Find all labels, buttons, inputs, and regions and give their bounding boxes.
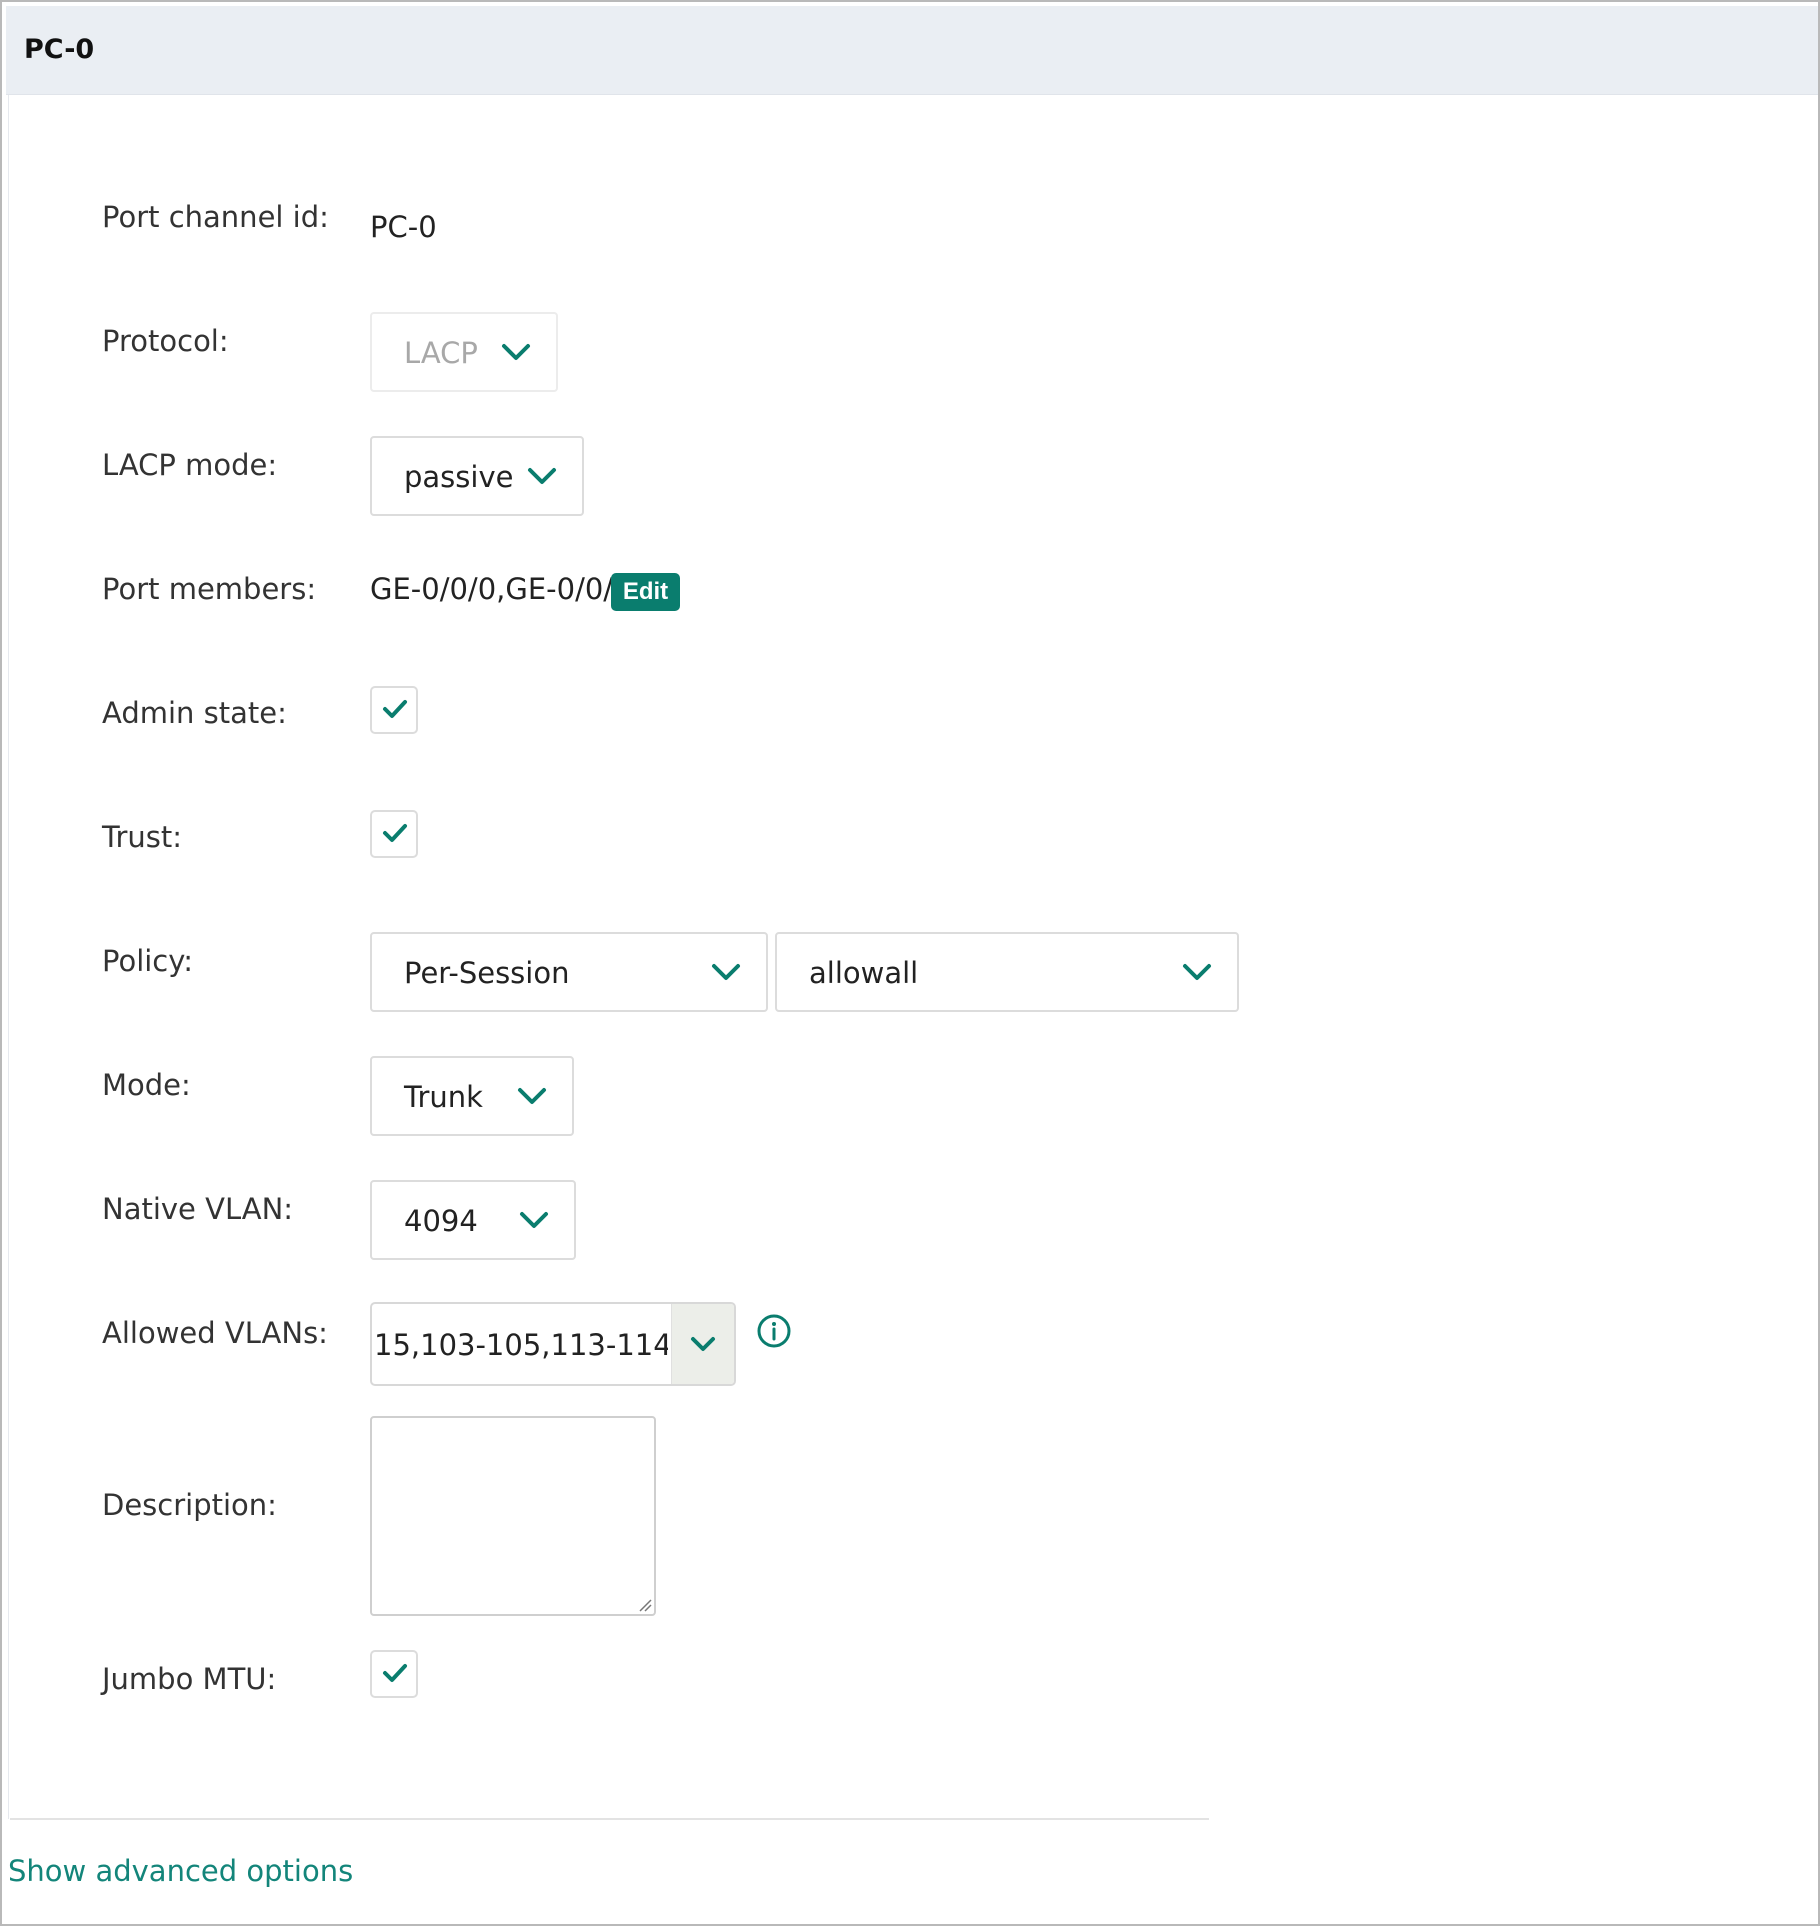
info-icon[interactable] — [756, 1313, 792, 1349]
lacp-mode-select-value: passive — [404, 460, 514, 494]
resize-grip-icon[interactable] — [638, 1598, 652, 1612]
port-channel-id-label: Port channel id: — [102, 200, 329, 234]
page-title: PC-0 — [24, 34, 95, 65]
jumbo-mtu-checkbox[interactable] — [370, 1650, 418, 1698]
policy-label: Policy: — [102, 944, 194, 978]
lacp-mode-select[interactable]: passive — [370, 436, 584, 516]
port-members-value: GE-0/0/0,GE-0/0/1 — [370, 572, 632, 606]
check-icon — [383, 824, 407, 842]
port-channel-id-value: PC-0 — [370, 210, 437, 244]
trust-checkbox[interactable] — [370, 810, 418, 858]
allowed-vlans-value: 15,103-105,113-114,112 — [374, 1328, 668, 1362]
protocol-select-value: LACP — [404, 336, 478, 370]
jumbo-mtu-label: Jumbo MTU: — [102, 1662, 277, 1696]
chevron-down-icon — [520, 1212, 548, 1228]
mode-label: Mode: — [102, 1068, 191, 1102]
native-vlan-label: Native VLAN: — [102, 1192, 294, 1226]
port-channel-dialog: PC-0 Port channel id: PC-0 Protocol: LAC… — [0, 0, 1820, 1926]
native-vlan-select-value: 4094 — [404, 1204, 478, 1238]
footer-divider — [10, 1818, 1209, 1820]
admin-state-label: Admin state: — [102, 696, 287, 730]
show-advanced-options-link[interactable]: Show advanced options — [8, 1854, 353, 1888]
description-textarea[interactable] — [370, 1416, 656, 1616]
chevron-down-icon — [712, 964, 740, 980]
chevron-down-icon — [1183, 964, 1211, 980]
protocol-select: LACP — [370, 312, 558, 392]
chevron-down-icon — [528, 468, 556, 484]
protocol-label: Protocol: — [102, 324, 229, 358]
allowed-vlans-dropdown-button[interactable] — [671, 1304, 734, 1384]
policy-type-select[interactable]: Per-Session — [370, 932, 768, 1012]
native-vlan-select[interactable]: 4094 — [370, 1180, 576, 1260]
allowed-vlans-input[interactable]: 15,103-105,113-114,112 — [370, 1302, 736, 1386]
edit-port-members-button[interactable]: Edit — [611, 573, 680, 611]
policy-type-select-value: Per-Session — [404, 956, 570, 990]
chevron-down-icon — [502, 344, 530, 360]
chevron-down-icon — [691, 1337, 715, 1351]
check-icon — [383, 700, 407, 718]
chevron-down-icon — [518, 1088, 546, 1104]
lacp-mode-label: LACP mode: — [102, 448, 278, 482]
admin-state-checkbox[interactable] — [370, 686, 418, 734]
mode-select[interactable]: Trunk — [370, 1056, 574, 1136]
allowed-vlans-label: Allowed VLANs: — [102, 1316, 328, 1350]
port-members-label: Port members: — [102, 572, 317, 606]
trust-label: Trust: — [102, 820, 183, 854]
description-label: Description: — [102, 1488, 277, 1522]
check-icon — [383, 1664, 407, 1682]
panel-header: PC-0 — [6, 6, 1818, 95]
policy-select-value: allowall — [809, 956, 919, 990]
mode-select-value: Trunk — [404, 1080, 483, 1114]
policy-select[interactable]: allowall — [775, 932, 1239, 1012]
